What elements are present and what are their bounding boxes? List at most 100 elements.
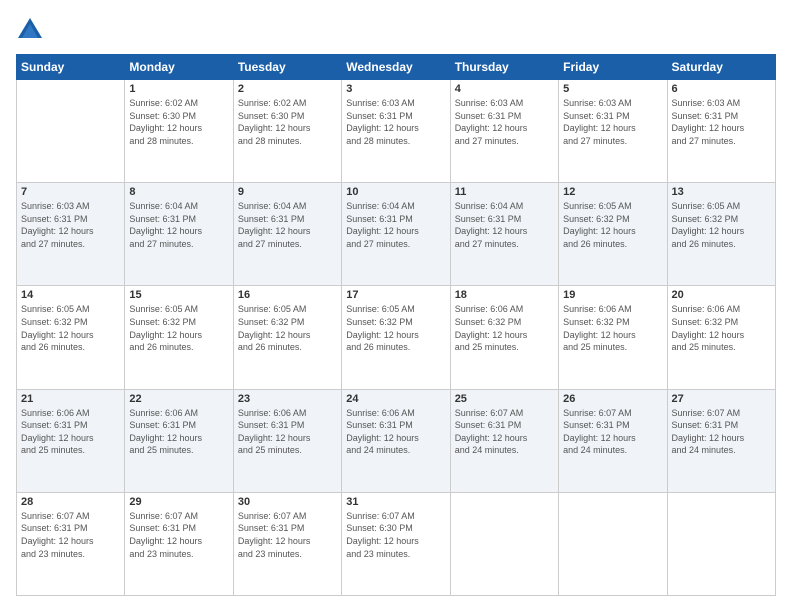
day-number: 29 — [129, 496, 228, 508]
day-info: Sunrise: 6:06 AM Sunset: 6:31 PM Dayligh… — [346, 407, 445, 457]
day-number: 31 — [346, 496, 445, 508]
calendar-cell: 25 Sunrise: 6:07 AM Sunset: 6:31 PM Dayli… — [450, 389, 558, 492]
day-info: Sunrise: 6:05 AM Sunset: 6:32 PM Dayligh… — [672, 200, 771, 250]
day-number: 12 — [563, 186, 662, 198]
day-info: Sunrise: 6:05 AM Sunset: 6:32 PM Dayligh… — [238, 303, 337, 353]
calendar-cell: 26 Sunrise: 6:07 AM Sunset: 6:31 PM Dayli… — [559, 389, 667, 492]
calendar-cell: 3Sunrise: 6:03 AM Sunset: 6:31 PM Daylig… — [342, 80, 450, 183]
calendar-week-row: 1 Sunrise: 6:02 AM Sunset: 6:30 PM Daylig… — [17, 80, 776, 183]
day-info: Sunrise: 6:05 AM Sunset: 6:32 PM Dayligh… — [563, 200, 662, 250]
calendar-cell: 21Sunrise: 6:06 AM Sunset: 6:31 PM Dayli… — [17, 389, 125, 492]
day-number: 26 — [563, 393, 662, 405]
calendar-cell: 31 Sunrise: 6:07 AM Sunset: 6:30 PM Dayli… — [342, 492, 450, 595]
day-info: Sunrise: 6:06 AM Sunset: 6:31 PM Dayligh… — [238, 407, 337, 457]
calendar-cell — [17, 80, 125, 183]
calendar-cell: 1 Sunrise: 6:02 AM Sunset: 6:30 PM Daylig… — [125, 80, 233, 183]
weekday-header: Tuesday — [233, 55, 341, 80]
day-info: Sunrise: 6:03 AM Sunset: 6:31 PM Dayligh… — [21, 200, 120, 250]
calendar-cell: 13 Sunrise: 6:05 AM Sunset: 6:32 PM Dayli… — [667, 183, 775, 286]
calendar-cell: 4 Sunrise: 6:03 AM Sunset: 6:31 PM Daylig… — [450, 80, 558, 183]
day-number: 24 — [346, 393, 445, 405]
calendar-cell: 15 Sunrise: 6:05 AM Sunset: 6:32 PM Dayli… — [125, 286, 233, 389]
calendar-cell: 16 Sunrise: 6:05 AM Sunset: 6:32 PM Dayli… — [233, 286, 341, 389]
day-number: 28 — [21, 496, 120, 508]
day-number: 25 — [455, 393, 554, 405]
calendar-week-row: 21Sunrise: 6:06 AM Sunset: 6:31 PM Dayli… — [17, 389, 776, 492]
calendar-cell: 22Sunrise: 6:06 AM Sunset: 6:31 PM Dayli… — [125, 389, 233, 492]
day-info: Sunrise: 6:06 AM Sunset: 6:32 PM Dayligh… — [455, 303, 554, 353]
day-info: Sunrise: 6:06 AM Sunset: 6:31 PM Dayligh… — [21, 407, 120, 457]
weekday-header: Monday — [125, 55, 233, 80]
calendar-cell: 10 Sunrise: 6:04 AM Sunset: 6:31 PM Dayli… — [342, 183, 450, 286]
calendar-cell: 28Sunrise: 6:07 AM Sunset: 6:31 PM Dayli… — [17, 492, 125, 595]
day-info: Sunrise: 6:06 AM Sunset: 6:32 PM Dayligh… — [672, 303, 771, 353]
day-number: 16 — [238, 289, 337, 301]
day-info: Sunrise: 6:07 AM Sunset: 6:31 PM Dayligh… — [563, 407, 662, 457]
day-number: 4 — [455, 83, 554, 95]
calendar-week-row: 28 Sunrise: 6:07 AM Sunset: 6:31 PM Dayli… — [17, 492, 776, 595]
calendar-cell: 12 Sunrise: 6:05 AM Sunset: 6:32 PM Dayli… — [559, 183, 667, 286]
day-info: Sunrise: 6:06 AM Sunset: 6:31 PM Dayligh… — [129, 407, 228, 457]
day-info: Sunrise: 6:07 AM Sunset: 6:31 PM Dayligh… — [129, 510, 228, 560]
day-info: Sunrise: 6:05 AM Sunset: 6:32 PM Dayligh… — [21, 303, 120, 353]
day-number: 23 — [238, 393, 337, 405]
day-info: Sunrise: 6:07 AM Sunset: 6:31 PM Dayligh… — [455, 407, 554, 457]
calendar-cell: 23 Sunrise: 6:06 AM Sunset: 6:31 PM Dayli… — [233, 389, 341, 492]
calendar-cell: 9Sunrise: 6:04 AM Sunset: 6:31 PM Daylig… — [233, 183, 341, 286]
calendar-cell: 19Sunrise: 6:06 AM Sunset: 6:32 PM Dayli… — [559, 286, 667, 389]
calendar-cell: 18 Sunrise: 6:06 AM Sunset: 6:32 PM Dayli… — [450, 286, 558, 389]
calendar-cell: 7 Sunrise: 6:03 AM Sunset: 6:31 PM Daylig… — [17, 183, 125, 286]
page: SundayMondayTuesdayWednesdayThursdayFrid… — [0, 0, 792, 612]
day-info: Sunrise: 6:02 AM Sunset: 6:30 PM Dayligh… — [238, 97, 337, 147]
day-number: 17 — [346, 289, 445, 301]
calendar-cell — [559, 492, 667, 595]
weekday-header: Thursday — [450, 55, 558, 80]
day-info: Sunrise: 6:04 AM Sunset: 6:31 PM Dayligh… — [346, 200, 445, 250]
calendar-cell: 20 Sunrise: 6:06 AM Sunset: 6:32 PM Dayli… — [667, 286, 775, 389]
calendar-cell: 2 Sunrise: 6:02 AM Sunset: 6:30 PM Daylig… — [233, 80, 341, 183]
calendar-cell: 5 Sunrise: 6:03 AM Sunset: 6:31 PM Daylig… — [559, 80, 667, 183]
calendar-week-row: 7 Sunrise: 6:03 AM Sunset: 6:31 PM Daylig… — [17, 183, 776, 286]
day-number: 19 — [563, 289, 662, 301]
day-number: 9 — [238, 186, 337, 198]
day-number: 13 — [672, 186, 771, 198]
calendar-week-row: 14Sunrise: 6:05 AM Sunset: 6:32 PM Dayli… — [17, 286, 776, 389]
day-info: Sunrise: 6:04 AM Sunset: 6:31 PM Dayligh… — [129, 200, 228, 250]
day-number: 20 — [672, 289, 771, 301]
day-info: Sunrise: 6:07 AM Sunset: 6:30 PM Dayligh… — [346, 510, 445, 560]
day-info: Sunrise: 6:07 AM Sunset: 6:31 PM Dayligh… — [238, 510, 337, 560]
day-number: 10 — [346, 186, 445, 198]
weekday-header: Sunday — [17, 55, 125, 80]
calendar-cell: 17 Sunrise: 6:05 AM Sunset: 6:32 PM Dayli… — [342, 286, 450, 389]
day-number: 1 — [129, 83, 228, 95]
day-number: 7 — [21, 186, 120, 198]
day-info: Sunrise: 6:02 AM Sunset: 6:30 PM Dayligh… — [129, 97, 228, 147]
day-info: Sunrise: 6:04 AM Sunset: 6:31 PM Dayligh… — [455, 200, 554, 250]
header-row: SundayMondayTuesdayWednesdayThursdayFrid… — [17, 55, 776, 80]
day-info: Sunrise: 6:03 AM Sunset: 6:31 PM Dayligh… — [672, 97, 771, 147]
logo-icon — [16, 16, 44, 44]
day-info: Sunrise: 6:05 AM Sunset: 6:32 PM Dayligh… — [346, 303, 445, 353]
day-number: 5 — [563, 83, 662, 95]
calendar-cell: 30 Sunrise: 6:07 AM Sunset: 6:31 PM Dayli… — [233, 492, 341, 595]
day-info: Sunrise: 6:05 AM Sunset: 6:32 PM Dayligh… — [129, 303, 228, 353]
day-number: 3 — [346, 83, 445, 95]
calendar-table: SundayMondayTuesdayWednesdayThursdayFrid… — [16, 54, 776, 596]
calendar-cell — [667, 492, 775, 595]
day-number: 18 — [455, 289, 554, 301]
day-number: 11 — [455, 186, 554, 198]
day-info: Sunrise: 6:03 AM Sunset: 6:31 PM Dayligh… — [455, 97, 554, 147]
day-number: 15 — [129, 289, 228, 301]
calendar-cell: 29 Sunrise: 6:07 AM Sunset: 6:31 PM Dayli… — [125, 492, 233, 595]
calendar-cell: 27Sunrise: 6:07 AM Sunset: 6:31 PM Dayli… — [667, 389, 775, 492]
calendar-cell: 8 Sunrise: 6:04 AM Sunset: 6:31 PM Daylig… — [125, 183, 233, 286]
day-number: 2 — [238, 83, 337, 95]
weekday-header: Saturday — [667, 55, 775, 80]
calendar-cell: 11 Sunrise: 6:04 AM Sunset: 6:31 PM Dayli… — [450, 183, 558, 286]
day-info: Sunrise: 6:03 AM Sunset: 6:31 PM Dayligh… — [563, 97, 662, 147]
day-number: 30 — [238, 496, 337, 508]
weekday-header: Friday — [559, 55, 667, 80]
day-number: 8 — [129, 186, 228, 198]
header — [16, 16, 776, 44]
day-number: 27 — [672, 393, 771, 405]
